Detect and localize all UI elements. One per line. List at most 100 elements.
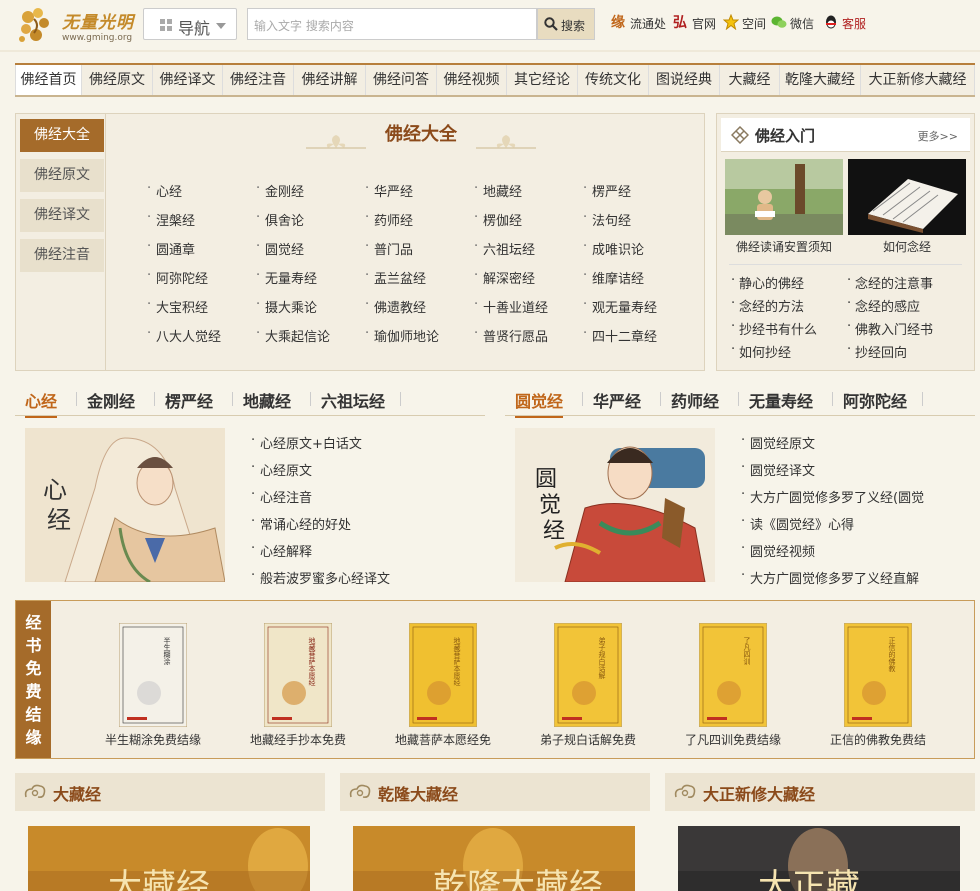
nav-item[interactable]: 佛经视频 (437, 65, 507, 95)
list-link[interactable]: 般若波罗蜜多心经译文 (251, 568, 390, 587)
intro-link[interactable]: 念经的注意事 (847, 273, 933, 292)
nav-item[interactable]: 佛经讲解 (294, 65, 366, 95)
sutra-link[interactable]: 心经 (147, 181, 182, 201)
sutra-link[interactable]: 大乘起信论 (256, 326, 330, 346)
nav-item[interactable]: 佛经注音 (223, 65, 294, 95)
sutra-link[interactable]: 无量寿经 (256, 268, 317, 288)
sutra-link[interactable]: 四十二章经 (583, 326, 657, 346)
sutra-link[interactable]: 十善业道经 (474, 297, 548, 317)
intro-link[interactable]: 静心的佛经 (731, 273, 804, 292)
nav-item[interactable]: 传统文化 (578, 65, 649, 95)
intro-link[interactable]: 念经的方法 (731, 296, 804, 315)
sutra-link[interactable]: 普贤行愿品 (474, 326, 548, 346)
sutra-link[interactable]: 六祖坛经 (474, 239, 535, 259)
sutra-link[interactable]: 佛遗教经 (365, 297, 426, 317)
sutra-link[interactable]: 瑜伽师地论 (365, 326, 439, 346)
nav-item[interactable]: 佛经首页 (15, 65, 82, 95)
book-caption[interactable]: 正信的佛教免费结 (818, 731, 938, 748)
canon-header[interactable]: 乾隆大藏经 (340, 773, 650, 811)
book-caption[interactable]: 了凡四训免费结缘 (673, 731, 793, 748)
tab-fojing-daquan[interactable]: 佛经大全 (20, 119, 104, 152)
sutra-link[interactable]: 维摩诘经 (583, 268, 644, 288)
book-cover-image[interactable]: 弟子规白话解 (554, 623, 622, 727)
book-cover-image[interactable]: 半生糊涂 (119, 623, 187, 727)
sutra-tab[interactable]: 药师经 (671, 388, 719, 414)
book-caption[interactable]: 地藏菩萨本愿经免 (383, 731, 503, 748)
nav-item[interactable]: 佛经译文 (153, 65, 223, 95)
intro-more-link[interactable]: 更多>> (918, 128, 958, 144)
book-caption[interactable]: 半生糊涂免费结缘 (93, 731, 213, 748)
list-link[interactable]: 大方广圆觉修多罗了义经直解 (741, 568, 919, 587)
sutra-tab[interactable]: 楞严经 (165, 388, 213, 414)
sutra-link[interactable]: 楞伽经 (474, 210, 522, 230)
list-link[interactable]: 读《圆觉经》心得 (741, 514, 854, 533)
list-link[interactable]: 心经原文+白话文 (251, 433, 362, 452)
book-caption[interactable]: 弟子规白话解免费 (528, 731, 648, 748)
canon-banner-image[interactable]: 大藏经 (28, 826, 310, 891)
nav-item[interactable]: 其它经论 (507, 65, 578, 95)
nav-item[interactable]: 佛经原文 (82, 65, 153, 95)
list-link[interactable]: 大方广圆觉修多罗了义经(圆觉 (741, 487, 924, 506)
list-link[interactable]: 圆觉经译文 (741, 460, 815, 479)
sutra-tab[interactable]: 六祖坛经 (321, 388, 385, 414)
sutra-link[interactable]: 大宝积经 (147, 297, 208, 317)
intro-link[interactable]: 抄经书有什么 (731, 319, 817, 338)
sutra-link[interactable]: 圆通章 (147, 239, 195, 259)
list-link[interactable]: 圆觉经原文 (741, 433, 815, 452)
thumb-caption[interactable]: 佛经读诵安置须知 (725, 238, 843, 255)
nav-item[interactable]: 大藏经 (720, 65, 780, 95)
canon-banner-image[interactable]: 大正藏 (678, 826, 960, 891)
yuanjue-sutra-image[interactable]: 圆 觉 经 (515, 428, 715, 582)
sutra-tab[interactable]: 无量寿经 (749, 388, 813, 414)
nav-dropdown-button[interactable]: 导航 (143, 8, 237, 40)
list-link[interactable]: 圆觉经视频 (741, 541, 815, 560)
tab-fojing-yiwen[interactable]: 佛经译文 (20, 199, 104, 232)
book-cover-image[interactable]: 地藏菩萨本愿经 (264, 623, 332, 727)
sutra-link[interactable]: 成唯识论 (583, 239, 644, 259)
sutra-link[interactable]: 楞严经 (583, 181, 631, 201)
canon-header[interactable]: 大藏经 (15, 773, 325, 811)
intro-link[interactable]: 念经的感应 (847, 296, 920, 315)
sutra-link[interactable]: 摄大乘论 (256, 297, 317, 317)
reading-monk-image[interactable] (725, 159, 843, 235)
sutra-tab[interactable]: 阿弥陀经 (843, 388, 907, 414)
sutra-tab[interactable]: 华严经 (593, 388, 641, 414)
sutra-link[interactable]: 金刚经 (256, 181, 304, 201)
canon-banner-image[interactable]: 乾隆大藏经 (353, 826, 635, 891)
intro-link[interactable]: 如何抄经 (731, 342, 791, 361)
sutra-link[interactable]: 解深密经 (474, 268, 535, 288)
sutra-link[interactable]: 法句经 (583, 210, 631, 230)
list-link[interactable]: 常诵心经的好处 (251, 514, 351, 533)
site-logo[interactable]: 无量光明 www.gming.org (14, 3, 139, 47)
sutra-link[interactable]: 地藏经 (474, 181, 522, 201)
book-caption[interactable]: 地藏经手抄本免费 (238, 731, 358, 748)
sutra-link[interactable]: 普门品 (365, 239, 413, 259)
sutra-link[interactable]: 阿弥陀经 (147, 268, 208, 288)
search-input[interactable]: 输入文字 搜索内容 (247, 8, 537, 40)
tab-fojing-yuanwen[interactable]: 佛经原文 (20, 159, 104, 192)
sutra-link[interactable]: 八大人觉经 (147, 326, 221, 346)
list-link[interactable]: 心经原文 (251, 460, 312, 479)
sutra-link[interactable]: 涅槃经 (147, 210, 195, 230)
sutra-link[interactable]: 盂兰盆经 (365, 268, 426, 288)
nav-item[interactable]: 图说经典 (649, 65, 720, 95)
book-cover-image[interactable]: 了凡四训 (699, 623, 767, 727)
sutra-tab[interactable]: 地藏经 (243, 388, 291, 414)
thumb-caption[interactable]: 如何念经 (848, 238, 966, 255)
sutra-link[interactable]: 俱舍论 (256, 210, 304, 230)
sutra-book-image[interactable] (848, 159, 966, 235)
list-link[interactable]: 心经注音 (251, 487, 312, 506)
canon-header[interactable]: 大正新修大藏经 (665, 773, 975, 811)
search-button[interactable]: 搜索 (537, 8, 595, 40)
sutra-tab[interactable]: 金刚经 (87, 388, 135, 414)
sutra-link[interactable]: 圆觉经 (256, 239, 304, 259)
sutra-tab[interactable]: 心经 (25, 388, 58, 418)
nav-item[interactable]: 乾隆大藏经 (780, 65, 861, 95)
intro-link[interactable]: 抄经回向 (847, 342, 907, 361)
sutra-link[interactable]: 观无量寿经 (583, 297, 657, 317)
tab-fojing-zhuyin[interactable]: 佛经注音 (20, 239, 104, 272)
book-cover-image[interactable]: 地藏菩萨本愿经 (409, 623, 477, 727)
sutra-link[interactable]: 药师经 (365, 210, 413, 230)
sutra-link[interactable]: 华严经 (365, 181, 413, 201)
sutra-tab[interactable]: 圆觉经 (515, 388, 564, 418)
